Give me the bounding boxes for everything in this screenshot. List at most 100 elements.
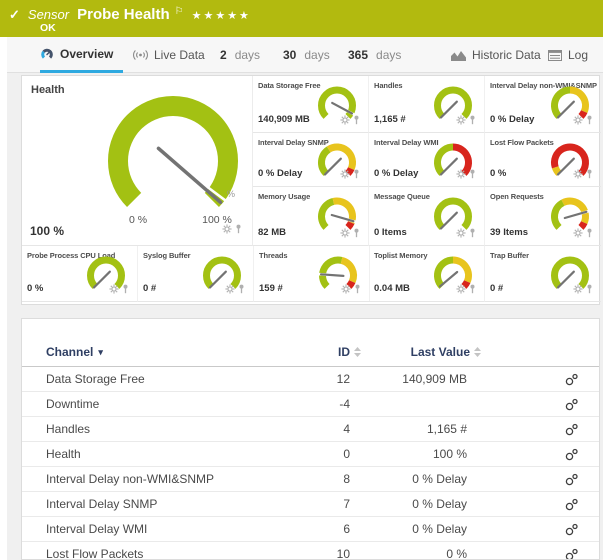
priority-stars[interactable]: ★★★★★: [192, 9, 251, 22]
channel-settings-icon[interactable]: [564, 448, 579, 461]
gear-icon[interactable]: [340, 115, 350, 125]
gauge-value: 0 #: [490, 283, 503, 294]
table-row: Lost Flow Packets100 %: [22, 542, 600, 560]
gear-icon[interactable]: [456, 284, 466, 294]
big-gauge-actions: [222, 221, 242, 239]
pin-icon[interactable]: [353, 169, 360, 179]
channel-settings-icon[interactable]: [564, 523, 579, 536]
gear-icon[interactable]: [456, 169, 466, 179]
gauge-action-icons: [456, 115, 476, 125]
tab-overview[interactable]: Overview: [40, 37, 123, 73]
tab-365-days[interactable]: 365days: [348, 37, 411, 73]
gauge-actions: [456, 225, 476, 243]
gauge-action-icons: [225, 284, 245, 294]
gauge-actions: [573, 112, 593, 130]
channel-last-value-cell: 140,909 MB: [362, 367, 482, 392]
pin-icon[interactable]: [469, 228, 476, 238]
gear-icon[interactable]: [456, 115, 466, 125]
gauge-actions: [340, 225, 360, 243]
pin-icon[interactable]: [586, 115, 593, 125]
gauge-actions: [573, 225, 593, 243]
gauge-cell-threads: Threads159 #: [254, 246, 370, 302]
log-icon: [548, 50, 562, 61]
gear-icon[interactable]: [341, 284, 351, 294]
channel-settings-icon[interactable]: [564, 498, 579, 511]
tab-log[interactable]: Log: [548, 37, 598, 73]
gauge-value: 1,165 #: [374, 114, 406, 125]
column-label: Channel: [46, 345, 93, 359]
column-label: Last Value: [411, 345, 470, 359]
tab-label: Log: [568, 48, 588, 62]
channel-actions-cell: [482, 417, 600, 442]
gauge-cell-message-queue: Message Queue0 Items: [369, 187, 485, 246]
gear-icon[interactable]: [225, 284, 235, 294]
channel-id-cell: 12: [322, 367, 362, 392]
gauge-actions: [109, 281, 129, 299]
gauge-value: 0 % Delay: [490, 114, 534, 125]
gear-icon[interactable]: [340, 169, 350, 179]
channel-id-cell: -4: [322, 392, 362, 417]
column-header-id[interactable]: ID: [322, 319, 362, 367]
gear-icon[interactable]: [573, 169, 583, 179]
gauges-panel: Health 0 % 100 % % 100 % Data Storage Fr…: [21, 75, 600, 305]
live-data-icon: [133, 49, 148, 61]
pin-icon[interactable]: [354, 284, 361, 294]
channel-last-value-cell: 0 % Delay: [362, 517, 482, 542]
tab-number: 2: [220, 48, 227, 62]
gauge-value: 0 %: [490, 168, 506, 179]
health-gauge-cell: Health 0 % 100 % % 100 %: [22, 76, 253, 246]
pin-icon[interactable]: [586, 284, 593, 294]
gear-icon[interactable]: [222, 224, 232, 234]
gauge-value: 0 % Delay: [374, 168, 418, 179]
tab-2-days[interactable]: 2days: [220, 37, 270, 73]
gauge-cell-trap-buffer: Trap Buffer0 #: [485, 246, 601, 302]
tab-historic-data[interactable]: Historic Data: [451, 37, 551, 73]
channel-id-cell: 10: [322, 542, 362, 560]
gear-icon[interactable]: [109, 284, 119, 294]
gauge-value: 39 Items: [490, 227, 528, 238]
channel-name-cell: Lost Flow Packets: [22, 542, 322, 560]
channel-id-cell: 8: [322, 467, 362, 492]
gear-icon[interactable]: [456, 228, 466, 238]
channel-settings-icon[interactable]: [564, 423, 579, 436]
gear-icon[interactable]: [573, 228, 583, 238]
channel-settings-icon[interactable]: [564, 398, 579, 411]
gauge-actions: [340, 166, 360, 184]
pin-icon[interactable]: [122, 284, 129, 294]
tab-live-data[interactable]: Live Data: [133, 37, 215, 73]
prtg-sensor-page: ✓ Sensor Probe Health ⚐ ★★★★★ OK Overvie…: [0, 0, 603, 560]
column-header-last-value[interactable]: Last Value: [362, 319, 482, 367]
pin-icon[interactable]: [586, 169, 593, 179]
gauge-action-icons: [222, 224, 242, 234]
channel-settings-icon[interactable]: [564, 473, 579, 486]
tab-label: Historic Data: [472, 48, 541, 62]
sort-icon: [353, 346, 362, 358]
gauge-action-icons: [340, 228, 360, 238]
gear-icon[interactable]: [573, 284, 583, 294]
pin-icon[interactable]: [586, 228, 593, 238]
channel-table: Channel▾IDLast Value Data Storage Free12…: [22, 319, 600, 560]
pin-icon[interactable]: [353, 228, 360, 238]
channel-settings-icon[interactable]: [564, 373, 579, 386]
table-row: Interval Delay SNMP70 % Delay: [22, 492, 600, 517]
tab-30-days[interactable]: 30days: [283, 37, 340, 73]
pin-icon[interactable]: [238, 284, 245, 294]
channel-actions-cell: [482, 467, 600, 492]
gear-icon[interactable]: [340, 228, 350, 238]
gauge-value: 140,909 MB: [258, 114, 310, 125]
channel-settings-icon[interactable]: [564, 548, 579, 560]
channel-actions-cell: [482, 492, 600, 517]
pin-icon[interactable]: [235, 224, 242, 234]
pin-icon[interactable]: [469, 115, 476, 125]
column-header-channel[interactable]: Channel▾: [22, 319, 322, 367]
pin-icon[interactable]: [469, 284, 476, 294]
channel-actions-cell: [482, 392, 600, 417]
pin-icon[interactable]: [353, 115, 360, 125]
priority-flag-icon[interactable]: ⚐: [175, 6, 184, 17]
ok-check-icon: ✓: [9, 7, 20, 23]
gear-icon[interactable]: [573, 115, 583, 125]
channel-name-cell: Health: [22, 442, 322, 467]
channel-table-panel: Channel▾IDLast Value Data Storage Free12…: [21, 318, 600, 560]
pin-icon[interactable]: [469, 169, 476, 179]
gauge-cell-data-storage-free: Data Storage Free140,909 MB: [253, 76, 369, 133]
